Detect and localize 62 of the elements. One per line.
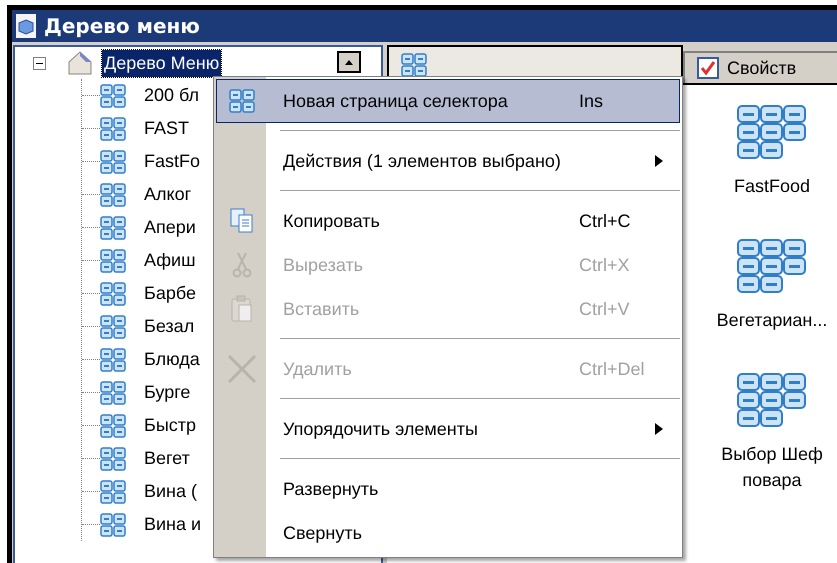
menu-item[interactable]: Действия (1 элементов выбрано) [216, 139, 680, 183]
submenu-arrow-icon [655, 423, 663, 435]
selector-page-icon [100, 314, 126, 338]
page-label[interactable]: Выбор Шеф повара [717, 441, 827, 493]
window-title: Дерево меню [44, 13, 200, 40]
selector-grid-icon [401, 53, 427, 77]
page-label[interactable]: FastFood [734, 173, 810, 199]
shortcut-text: Ctrl+C [579, 210, 632, 232]
tree-item[interactable]: FAST [144, 115, 190, 142]
tree-item[interactable]: Вегет [144, 445, 190, 472]
tree-item[interactable]: Безал [144, 313, 194, 340]
tree-root-label[interactable]: Дерево Меню [102, 50, 222, 76]
selector-page-icon [737, 239, 807, 293]
selector-page-icon [100, 116, 126, 140]
selector-page-icon [100, 414, 126, 438]
selector-grid-icon [229, 89, 255, 113]
up-arrow-icon [345, 60, 353, 64]
collapse-toggle[interactable] [33, 56, 46, 70]
selector-page-icon [100, 348, 126, 372]
cube-icon [16, 14, 36, 38]
tree-item[interactable]: Афиш [144, 247, 196, 274]
shortcut-text: Ctrl+Del [579, 358, 646, 380]
page-label[interactable]: Вегетариан... [716, 307, 828, 333]
house-icon [66, 50, 94, 76]
checkbox-icon [697, 57, 719, 79]
copy-icon [230, 208, 254, 234]
selector-page-icon [100, 446, 126, 470]
submenu-arrow-icon [655, 155, 663, 167]
tree-item[interactable]: 200 бл [144, 82, 200, 109]
shortcut-text: Ctrl+X [579, 254, 631, 276]
menu-item[interactable]: Свернуть [216, 511, 680, 555]
selector-page-icon [100, 282, 126, 306]
delete-x-icon [227, 354, 257, 384]
clipboard-icon [231, 295, 253, 323]
selector-page-icon [737, 105, 807, 159]
menu-item[interactable]: Развернуть [216, 467, 680, 511]
shortcut-text: Ctrl+V [579, 298, 631, 320]
scissors-icon [232, 252, 252, 278]
menu-item[interactable]: Новая страница селектора Ins [216, 79, 680, 123]
selector-page-icon [100, 216, 126, 240]
menu-item[interactable]: Копировать Ctrl+C [216, 199, 680, 243]
tree-item[interactable]: FastFo [144, 148, 200, 175]
selector-page-icon [100, 512, 126, 536]
shortcut-text: Ins [579, 90, 604, 112]
selector-page-icon [100, 182, 126, 206]
selector-page-icon [100, 248, 126, 272]
selector-page-icon [100, 84, 126, 108]
selector-page-icon [100, 380, 126, 404]
tree-item[interactable]: Апери [144, 214, 196, 241]
tree-item[interactable]: Блюда [144, 346, 200, 373]
scroll-up-button[interactable] [337, 51, 361, 73]
tree-item[interactable]: Алког [144, 181, 192, 208]
selector-page-icon [100, 480, 126, 504]
tree-item[interactable]: Барбе [144, 280, 196, 307]
menu-item[interactable]: Упорядочить элементы [216, 407, 680, 451]
tree-item[interactable]: Быстр [144, 412, 196, 439]
tree-item[interactable]: Бурге [144, 379, 190, 406]
selector-page-icon [100, 150, 126, 174]
tree-item[interactable]: Вина ( [144, 478, 198, 505]
selector-page-icon [737, 373, 807, 427]
tab[interactable]: Свойств [683, 51, 837, 83]
tree-item[interactable]: Вина и [144, 511, 202, 538]
